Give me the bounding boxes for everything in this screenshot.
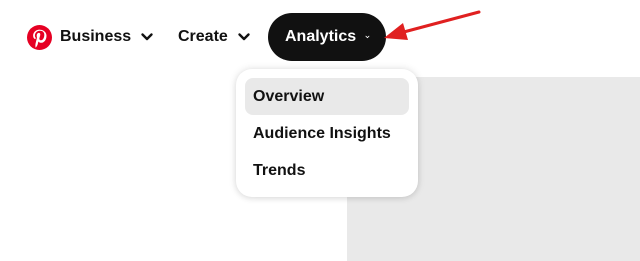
chevron-down-icon [365,35,370,39]
analytics-dropdown-menu: Overview Audience Insights Trends [236,69,418,197]
chevron-down-icon [238,33,250,41]
menu-item-label: Trends [253,161,306,179]
menu-item-trends[interactable]: Trends [245,152,409,189]
menu-item-label: Audience Insights [253,124,391,142]
menu-item-label: Overview [253,87,325,105]
pinterest-logo-icon[interactable] [27,25,52,50]
menu-item-overview[interactable]: Overview [245,78,409,115]
menu-item-audience-insights[interactable]: Audience Insights [245,115,409,152]
business-label: Business [60,28,132,45]
analytics-label: Analytics [285,28,357,45]
chevron-down-icon [141,33,153,41]
top-navigation: Business Create Analytics [0,0,640,76]
create-menu-button[interactable]: Create [178,13,251,61]
analytics-menu-button[interactable]: Analytics [268,13,386,61]
create-label: Create [178,28,228,45]
red-arrow-icon [384,10,481,40]
business-menu-button[interactable]: Business [60,13,154,61]
